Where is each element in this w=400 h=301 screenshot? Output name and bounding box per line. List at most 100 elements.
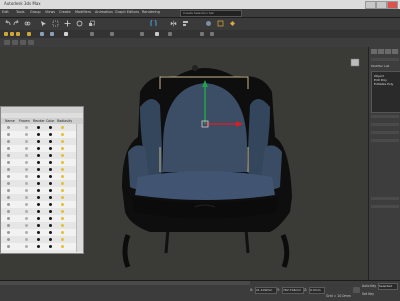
ribbon-vertex-icon[interactable]	[64, 32, 68, 36]
chair-leg-front-right[interactable]	[280, 234, 290, 268]
play-button[interactable]	[353, 287, 360, 293]
radiosity-icon[interactable]	[61, 140, 64, 143]
column-color[interactable]: Color	[46, 119, 55, 123]
radiosity-icon[interactable]	[61, 189, 64, 192]
frozen-icon[interactable]	[25, 210, 28, 213]
material-editor-icon[interactable]	[205, 20, 212, 27]
ribbon-modeling-icon[interactable]	[4, 32, 8, 36]
color-swatch-icon[interactable]	[49, 245, 52, 248]
ribbon-populate-icon[interactable]	[40, 32, 44, 36]
render-icon[interactable]	[37, 182, 40, 185]
ribbon-ring-icon[interactable]	[210, 32, 214, 36]
frozen-icon[interactable]	[25, 147, 28, 150]
menu-rendering[interactable]: Rendering	[142, 10, 160, 14]
snap-toggle-icon[interactable]	[150, 20, 157, 27]
radiosity-icon[interactable]	[61, 175, 64, 178]
object-icon[interactable]	[7, 238, 10, 241]
color-swatch-icon[interactable]	[49, 140, 52, 143]
radiosity-icon[interactable]	[61, 154, 64, 157]
column-render[interactable]: Render	[33, 119, 45, 123]
frozen-icon[interactable]	[25, 161, 28, 164]
radiosity-icon[interactable]	[61, 203, 64, 206]
explorer-row[interactable]	[1, 166, 83, 173]
color-swatch-icon[interactable]	[49, 133, 52, 136]
link-icon[interactable]	[24, 20, 31, 27]
object-icon[interactable]	[7, 224, 10, 227]
render-icon[interactable]	[37, 154, 40, 157]
ribbon-shrink-icon[interactable]	[168, 32, 172, 36]
explorer-row[interactable]	[1, 229, 83, 236]
ribbon-panel-button[interactable]	[20, 40, 26, 45]
radiosity-icon[interactable]	[61, 161, 64, 164]
render-icon[interactable]	[229, 20, 236, 27]
close-button[interactable]	[387, 1, 398, 9]
ribbon-loop-icon[interactable]	[200, 32, 204, 36]
frozen-icon[interactable]	[25, 224, 28, 227]
radiosity-icon[interactable]	[61, 231, 64, 234]
explorer-scrollbar[interactable]	[76, 124, 83, 252]
select-scale-icon[interactable]	[88, 20, 95, 27]
column-name[interactable]: Name	[5, 119, 15, 123]
column-frozen[interactable]: Frozen	[19, 119, 30, 123]
tab-motion[interactable]	[392, 49, 399, 54]
stack-toolbar[interactable]	[371, 115, 399, 118]
explorer-row[interactable]	[1, 194, 83, 201]
selection-set-combo[interactable]: Create Selection Set	[180, 10, 242, 17]
render-icon[interactable]	[37, 224, 40, 227]
radiosity-icon[interactable]	[61, 238, 64, 241]
explorer-row[interactable]	[1, 222, 83, 229]
frozen-icon[interactable]	[25, 238, 28, 241]
menu-modifiers[interactable]: Modifiers	[75, 10, 91, 14]
ribbon-grow-icon[interactable]	[155, 32, 159, 36]
render-icon[interactable]	[37, 203, 40, 206]
stack-item[interactable]: Editable Poly	[374, 82, 393, 86]
modifier-stack[interactable]: Object Edit Poly Editable Poly	[371, 71, 400, 113]
frozen-icon[interactable]	[25, 175, 28, 178]
object-icon[interactable]	[7, 196, 10, 199]
ribbon-object-paint-icon[interactable]	[27, 32, 31, 36]
tab-hierarchy[interactable]	[385, 49, 392, 54]
color-swatch-icon[interactable]	[49, 175, 52, 178]
object-icon[interactable]	[7, 182, 10, 185]
frozen-icon[interactable]	[25, 203, 28, 206]
x-coordinate-field[interactable]: 21.109mm	[255, 287, 277, 294]
object-icon[interactable]	[7, 175, 10, 178]
ribbon-freeform-icon[interactable]	[10, 32, 14, 36]
frozen-icon[interactable]	[25, 196, 28, 199]
render-icon[interactable]	[37, 189, 40, 192]
object-icon[interactable]	[7, 203, 10, 206]
object-name-field[interactable]	[371, 58, 399, 61]
explorer-row[interactable]	[1, 215, 83, 222]
select-move-icon[interactable]	[64, 20, 71, 27]
rollout-selection[interactable]	[371, 123, 399, 126]
color-swatch-icon[interactable]	[49, 210, 52, 213]
y-coordinate-field[interactable]: 762.704mm	[282, 287, 304, 294]
render-icon[interactable]	[37, 217, 40, 220]
explorer-row[interactable]	[1, 201, 83, 208]
column-radiosity[interactable]: Radiosity	[57, 119, 72, 123]
color-swatch-icon[interactable]	[49, 196, 52, 199]
menu-animation[interactable]: Animation	[95, 10, 113, 14]
radiosity-icon[interactable]	[61, 224, 64, 227]
explorer-row[interactable]	[1, 145, 83, 152]
color-swatch-icon[interactable]	[49, 168, 52, 171]
ribbon-selection-icon[interactable]	[16, 32, 20, 36]
object-icon[interactable]	[7, 245, 10, 248]
color-swatch-icon[interactable]	[49, 182, 52, 185]
z-coordinate-field[interactable]: 0.0mm	[309, 287, 325, 294]
ribbon-panel-button[interactable]	[28, 40, 34, 45]
time-slider[interactable]	[0, 281, 250, 285]
explorer-row[interactable]	[1, 159, 83, 166]
select-region-icon[interactable]	[52, 20, 59, 27]
ribbon-border-icon[interactable]	[110, 32, 114, 36]
render-icon[interactable]	[37, 175, 40, 178]
align-icon[interactable]	[182, 20, 189, 27]
menu-graph-editors[interactable]: Graph Editors	[115, 10, 139, 14]
object-icon[interactable]	[7, 154, 10, 157]
menu-views[interactable]: Views	[45, 10, 55, 14]
frozen-icon[interactable]	[25, 140, 28, 143]
set-key-label[interactable]: Set Key	[362, 292, 374, 296]
ribbon-panel-button[interactable]	[12, 40, 18, 45]
radiosity-icon[interactable]	[61, 126, 64, 129]
render-icon[interactable]	[37, 245, 40, 248]
